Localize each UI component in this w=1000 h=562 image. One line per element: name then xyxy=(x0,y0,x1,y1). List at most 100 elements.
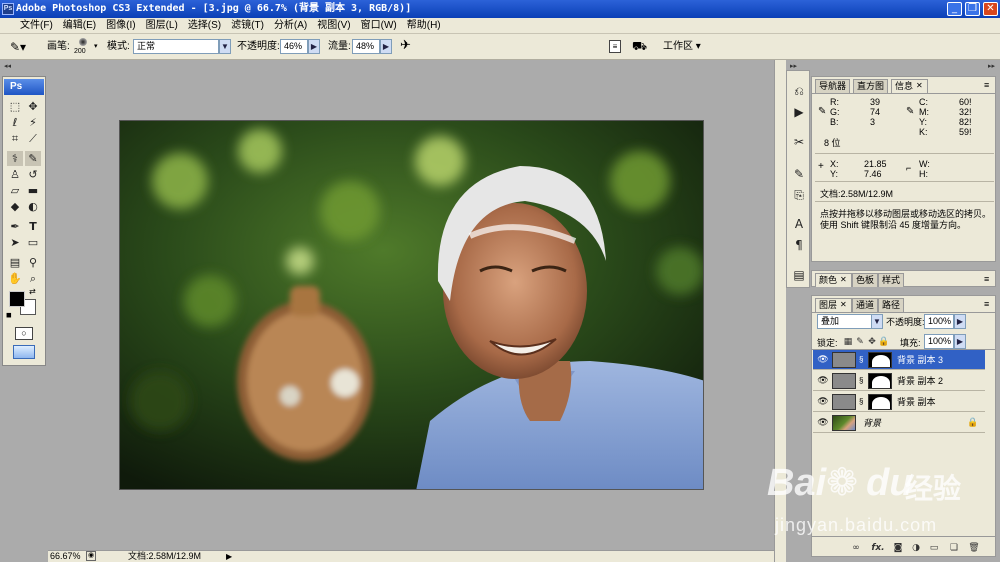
layer-opacity-arrow-icon[interactable]: ▶ xyxy=(954,314,966,329)
tab-info-close-icon[interactable]: ✕ xyxy=(916,81,923,90)
layer-row[interactable]: 👁 § 背景 副本 2 xyxy=(813,371,985,391)
foreground-color-swatch[interactable] xyxy=(9,291,25,307)
lasso-icon[interactable]: ℓ xyxy=(7,115,23,130)
color-panel-menu-icon[interactable]: ≡ xyxy=(984,274,989,284)
default-colors-icon[interactable]: ◼ xyxy=(6,311,12,319)
pen-icon[interactable]: ✒ xyxy=(7,219,23,234)
brush-icon[interactable]: ✎ xyxy=(25,151,41,166)
bridge-icon[interactable]: ⛟ xyxy=(632,39,652,54)
mask-link-icon[interactable]: § xyxy=(859,355,863,364)
lock-position-icon[interactable]: ✥ xyxy=(866,336,878,348)
mask-link-icon[interactable]: § xyxy=(859,397,863,406)
visibility-eye-icon[interactable]: 👁 xyxy=(817,395,829,407)
menu-edit[interactable]: 编辑(E) xyxy=(58,18,101,34)
menu-select[interactable]: 选择(S) xyxy=(183,18,226,34)
zoom-level[interactable]: 66.67% xyxy=(50,551,81,562)
move-icon[interactable]: ✥ xyxy=(25,99,41,114)
dodge-icon[interactable]: ◐ xyxy=(25,199,41,214)
menu-file[interactable]: 文件(F) xyxy=(0,18,58,34)
layer-row[interactable]: 👁 背景 🔒 xyxy=(813,413,985,433)
menu-help[interactable]: 帮助(H) xyxy=(402,18,446,34)
minimize-button[interactable]: _ xyxy=(947,2,962,16)
zoom-icon[interactable]: ⌕ xyxy=(25,271,41,286)
clone-stamp-icon[interactable]: ♙ xyxy=(7,167,23,182)
crop-icon[interactable]: ⌗ xyxy=(7,131,23,146)
palette-well-icon[interactable]: ≡ xyxy=(609,40,621,53)
opacity-slider-arrow-icon[interactable]: ▶ xyxy=(308,39,320,54)
tab-navigator[interactable]: 导航器 xyxy=(815,79,851,93)
history-panel-icon[interactable]: ⎌ xyxy=(791,83,807,99)
tab-channels[interactable]: 通道 xyxy=(852,298,879,312)
toolbox-collapse-icon[interactable]: ◂◂ xyxy=(4,62,11,70)
marquee-icon[interactable]: ⬚ xyxy=(7,99,23,114)
tab-color-close-icon[interactable]: ✕ xyxy=(840,275,847,284)
ps-logo[interactable]: Ps xyxy=(4,79,44,95)
lock-transparency-icon[interactable]: ▦ xyxy=(842,336,854,348)
opacity-input[interactable]: 46% xyxy=(280,39,308,54)
eraser-icon[interactable]: ▱ xyxy=(7,183,23,198)
cmyk-eyedropper-icon[interactable]: ✎ xyxy=(906,107,914,117)
layer-opacity-input[interactable]: 100% xyxy=(924,314,954,329)
tab-styles[interactable]: 样式 xyxy=(878,273,905,287)
history-brush-icon[interactable]: ↺ xyxy=(25,167,41,182)
fill-input[interactable]: 100% xyxy=(924,334,954,349)
menu-filter[interactable]: 滤镜(T) xyxy=(226,18,269,34)
path-select-icon[interactable]: ➤ xyxy=(7,235,23,250)
visibility-eye-icon[interactable]: 👁 xyxy=(817,374,829,386)
lock-image-icon[interactable]: ✎ xyxy=(854,336,866,348)
screen-mode-icon[interactable] xyxy=(13,345,35,359)
clone-source-icon[interactable]: ⎘ xyxy=(791,187,807,203)
flow-input[interactable]: 48% xyxy=(352,39,380,54)
healing-brush-icon[interactable]: ⚕ xyxy=(7,151,23,166)
type-icon[interactable]: T xyxy=(25,219,41,234)
workspace-button[interactable]: 工作区 ▾ xyxy=(663,35,701,59)
character-panel-icon[interactable]: A xyxy=(791,216,807,232)
paragraph-panel-icon[interactable]: ¶ xyxy=(791,237,807,253)
restore-button[interactable]: ❐ xyxy=(965,2,980,16)
slice-icon[interactable]: ⟋ xyxy=(25,131,41,146)
lock-all-icon[interactable]: 🔒 xyxy=(878,336,890,348)
icon-strip-expand-icon[interactable]: ▸▸ xyxy=(790,62,797,70)
tab-layers-close-icon[interactable]: ✕ xyxy=(840,300,847,309)
mode-dropdown-arrow-icon[interactable]: ▼ xyxy=(219,39,231,54)
menu-layer[interactable]: 图层(L) xyxy=(141,18,183,34)
layer-comps-icon[interactable]: ▤ xyxy=(791,267,807,283)
blend-mode-arrow-icon[interactable]: ▼ xyxy=(871,314,883,329)
visibility-eye-icon[interactable]: 👁 xyxy=(817,416,829,428)
menu-view[interactable]: 视图(V) xyxy=(312,18,355,34)
tool-presets-icon[interactable]: ✂ xyxy=(791,134,807,150)
layer-row[interactable]: 👁 § 背景 副本 3 xyxy=(813,350,985,370)
mode-select[interactable]: 正常 xyxy=(133,39,219,54)
brush-picker[interactable]: 200 xyxy=(73,36,95,58)
status-icon[interactable]: ◉ xyxy=(86,551,96,561)
close-button[interactable]: ✕ xyxy=(983,2,998,16)
notes-icon[interactable]: ▤ xyxy=(7,255,23,270)
gradient-icon[interactable]: ▬ xyxy=(25,183,41,198)
tab-histogram[interactable]: 直方图 xyxy=(853,79,889,93)
flow-slider-arrow-icon[interactable]: ▶ xyxy=(380,39,392,54)
visibility-eye-icon[interactable]: 👁 xyxy=(817,353,829,365)
mask-link-icon[interactable]: § xyxy=(859,376,863,385)
quick-mask-icon[interactable]: ○ xyxy=(15,327,33,340)
brushes-panel-icon[interactable]: ✎ xyxy=(791,166,807,182)
rgb-eyedropper-icon[interactable]: ✎ xyxy=(818,107,826,117)
brush-picker-arrow-icon[interactable]: ▾ xyxy=(94,42,98,50)
hand-icon[interactable]: ✋ xyxy=(7,271,23,286)
menu-image[interactable]: 图像(I) xyxy=(101,18,140,34)
fill-arrow-icon[interactable]: ▶ xyxy=(954,334,966,349)
layers-panel-menu-icon[interactable]: ≡ xyxy=(984,299,989,309)
actions-panel-icon[interactable]: ▶ xyxy=(791,104,807,120)
swap-colors-icon[interactable]: ⇄ xyxy=(29,287,36,296)
eyedropper-icon[interactable]: ⚲ xyxy=(25,255,41,270)
airbrush-icon[interactable]: ✈ xyxy=(400,38,416,54)
panel-menu-icon[interactable]: ≡ xyxy=(984,80,989,90)
menu-window[interactable]: 窗口(W) xyxy=(356,18,402,34)
document-canvas[interactable] xyxy=(119,120,704,490)
photoshop-app-icon[interactable]: Ps xyxy=(2,3,14,15)
menu-analysis[interactable]: 分析(A) xyxy=(269,18,312,34)
shape-icon[interactable]: ▭ xyxy=(25,235,41,250)
tab-swatches[interactable]: 色板 xyxy=(852,273,879,287)
status-menu-arrow-icon[interactable]: ▶ xyxy=(226,551,232,562)
layer-row[interactable]: 👁 § 背景 副本 xyxy=(813,392,985,412)
blend-mode-select[interactable]: 叠加 xyxy=(817,314,873,329)
